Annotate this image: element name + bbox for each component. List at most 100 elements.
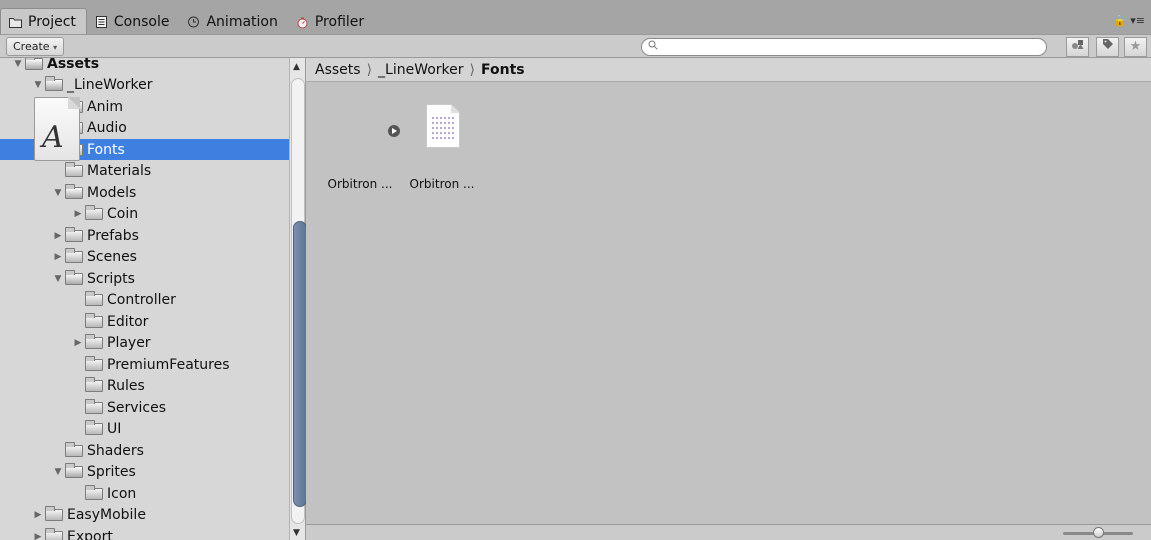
tab-label: Project: [28, 13, 76, 30]
expand-subassets-icon[interactable]: [388, 125, 400, 137]
filter-by-label-icon: [1102, 39, 1114, 53]
folder-icon: [65, 248, 83, 263]
tree-item-controller[interactable]: Controller: [0, 290, 289, 311]
menu-icon[interactable]: ▾≡: [1130, 14, 1145, 27]
tree-item-premiumfeatures[interactable]: PremiumFeatures: [0, 354, 289, 375]
tree-item-ui[interactable]: UI: [0, 419, 289, 440]
tree-item-sprites[interactable]: ▼ Sprites: [0, 462, 289, 483]
favorite-star-icon: ★: [1129, 39, 1142, 54]
tree-item-label: Anim: [87, 98, 123, 115]
tree-item-materials[interactable]: Materials: [0, 161, 289, 182]
search-icon: [648, 40, 658, 53]
tree-item-icon[interactable]: Icon: [0, 483, 289, 504]
window-options[interactable]: 🔒 ▾≡: [1113, 14, 1145, 27]
breadcrumb-item-fonts[interactable]: Fonts: [481, 62, 525, 78]
tab-animation[interactable]: Animation: [179, 9, 287, 34]
tree-item-label: Prefabs: [87, 227, 139, 244]
tab-project[interactable]: Project: [0, 8, 87, 34]
search-input[interactable]: [664, 40, 1034, 54]
scroll-down-arrow-icon[interactable]: ▼: [293, 528, 300, 538]
collapsed-arrow-icon[interactable]: ▶: [72, 338, 84, 348]
tree-item-rules[interactable]: Rules: [0, 376, 289, 397]
folder-icon: [65, 183, 83, 199]
lock-icon[interactable]: 🔒: [1113, 14, 1127, 27]
tree-item-player[interactable]: ▶ Player: [0, 333, 289, 354]
tab-profiler[interactable]: Profiler: [288, 9, 374, 34]
expanded-arrow-icon[interactable]: ▼: [52, 188, 64, 198]
project-status-bar: [306, 524, 1151, 540]
collapsed-arrow-icon[interactable]: ▶: [32, 532, 44, 540]
tree-item-export[interactable]: ▶ Export: [0, 526, 289, 540]
filter-by-type-icon: [1071, 40, 1085, 53]
folder-icon: [45, 76, 63, 91]
folder-icon: [65, 463, 83, 478]
tree-item-easymobile[interactable]: ▶ EasyMobile: [0, 505, 289, 526]
tree-item-label: Assets: [47, 58, 100, 72]
breadcrumb: Assets ⟩ _LineWorker ⟩ Fonts: [306, 58, 1151, 82]
tree-item-assets[interactable]: ▼ Assets: [0, 58, 289, 74]
tree-item-editor[interactable]: Editor: [0, 311, 289, 332]
tree-item-prefabs[interactable]: ▶ Prefabs: [0, 225, 289, 246]
tree-item-label: Icon: [107, 485, 137, 502]
tree-item-label: PremiumFeatures: [107, 356, 230, 373]
breadcrumb-item-lineworker[interactable]: _LineWorker: [378, 62, 464, 78]
tree-item-label: Services: [107, 399, 167, 416]
expanded-arrow-icon[interactable]: ▼: [52, 274, 64, 284]
collapsed-arrow-icon[interactable]: ▶: [32, 510, 44, 520]
collapsed-arrow-icon[interactable]: ▶: [52, 231, 64, 241]
tree-item-coin[interactable]: ▶ Coin: [0, 204, 289, 225]
tree-item-scripts[interactable]: ▼ Scripts: [0, 268, 289, 289]
tree-item-label: Sprites: [87, 464, 136, 480]
tree-scrollbar[interactable]: ▲ ▼: [289, 58, 307, 540]
tab-label: Profiler: [314, 13, 365, 30]
folder-icon: [85, 377, 103, 392]
expanded-arrow-icon[interactable]: ▼: [52, 467, 64, 477]
expanded-arrow-icon[interactable]: ▼: [32, 80, 44, 90]
tab-console[interactable]: Console: [87, 9, 180, 34]
tree-item-label: Models: [87, 184, 137, 201]
tree-item-label: UI: [107, 421, 122, 437]
scroll-track[interactable]: [291, 78, 307, 524]
expanded-arrow-icon[interactable]: ▼: [12, 59, 24, 69]
tree-item-label: Scripts: [87, 270, 135, 287]
tree-item-lineworker[interactable]: ▼ _LineWorker: [0, 75, 289, 96]
text-document-icon[interactable]: [426, 104, 460, 148]
breadcrumb-separator-icon: ⟩: [366, 61, 373, 78]
tree-item-models[interactable]: ▼ Models: [0, 182, 289, 203]
folder-icon: [65, 269, 83, 285]
scroll-up-arrow-icon[interactable]: ▲: [293, 62, 300, 72]
filter-by-label-button[interactable]: [1096, 37, 1119, 57]
folder-icon: [85, 398, 103, 414]
folder-icon: [45, 527, 63, 540]
collapsed-arrow-icon[interactable]: ▶: [52, 252, 64, 262]
favorites-button[interactable]: ★: [1124, 37, 1147, 57]
profiler-icon: [296, 16, 309, 29]
tree-item-scenes[interactable]: ▶ Scenes: [0, 247, 289, 268]
chevron-down-icon: ▾: [53, 43, 58, 52]
folder-icon: [85, 312, 103, 328]
folder-icon: [85, 205, 103, 220]
tree-item-shaders[interactable]: Shaders: [0, 440, 289, 461]
project-toolbar: Create ▾ ★: [0, 34, 1151, 58]
folder-icon: [45, 506, 63, 521]
font-asset-icon[interactable]: A: [34, 97, 80, 161]
icon-size-slider[interactable]: [1063, 527, 1133, 538]
collapsed-arrow-icon[interactable]: ▶: [72, 209, 84, 219]
tab-label: Console: [113, 13, 170, 30]
create-dropdown-button[interactable]: Create ▾: [6, 37, 65, 56]
tree-item-label: Materials: [87, 163, 152, 179]
scroll-thumb[interactable]: [293, 221, 307, 507]
animation-clock-icon: [187, 16, 200, 28]
folder-icon: [85, 484, 103, 500]
slider-thumb[interactable]: [1093, 527, 1104, 538]
tree-item-label: Audio: [87, 120, 127, 136]
tree-item-label: Rules: [107, 378, 145, 394]
folder-icon: [85, 355, 103, 371]
search-field[interactable]: [641, 38, 1047, 56]
filter-by-type-button[interactable]: [1066, 37, 1089, 57]
folder-icon: [65, 441, 83, 457]
tree-item-services[interactable]: Services: [0, 397, 289, 418]
tree-item-label: Export: [67, 528, 113, 540]
breadcrumb-item-assets[interactable]: Assets: [315, 62, 361, 78]
tree-item-label: Coin: [107, 206, 139, 222]
